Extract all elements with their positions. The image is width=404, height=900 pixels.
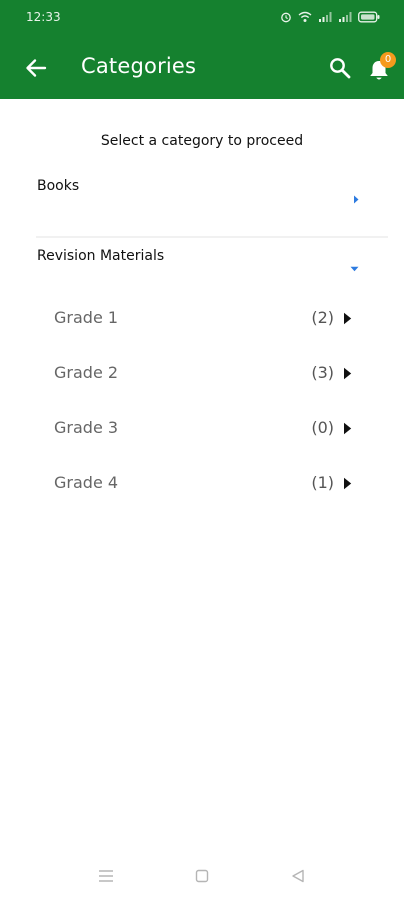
subcategory-label: Grade 3	[54, 418, 119, 437]
play-arrow-icon	[344, 312, 352, 325]
subcategory-row[interactable]: Grade 1 (2)	[0, 300, 404, 340]
nav-back-button[interactable]	[286, 866, 310, 886]
wifi-icon	[298, 11, 312, 23]
subcategory-label: Grade 1	[54, 308, 119, 327]
status-time: 12:33	[26, 10, 61, 24]
play-arrow-icon	[344, 367, 352, 380]
category-revision-materials[interactable]: Revision Materials	[0, 248, 404, 294]
play-arrow-icon	[344, 422, 352, 435]
search-button[interactable]	[325, 53, 355, 83]
triangle-back-icon	[292, 869, 304, 883]
signal-1-icon	[318, 11, 332, 23]
page-title: Categories	[81, 54, 197, 78]
menu-icon	[99, 870, 113, 882]
search-icon	[330, 58, 351, 79]
alarm-icon	[280, 11, 292, 23]
status-icons	[280, 9, 380, 25]
category-books[interactable]: Books	[0, 178, 404, 224]
toolbar: Categories 0	[0, 36, 404, 99]
subcategory-count: (3)	[311, 363, 334, 382]
notifications-button[interactable]: 0	[364, 52, 396, 84]
battery-icon	[358, 11, 380, 23]
notification-badge: 0	[380, 52, 396, 68]
play-arrow-icon	[344, 477, 352, 490]
subcategory-count: (2)	[311, 308, 334, 327]
nav-menu-button[interactable]	[94, 866, 118, 886]
subcategory-count: (0)	[311, 418, 334, 437]
category-label: Books	[37, 178, 80, 194]
app-header: 12:33 Categories 0	[0, 0, 404, 99]
category-label: Revision Materials	[37, 248, 165, 264]
square-icon	[195, 869, 209, 883]
caret-right-icon	[354, 195, 359, 204]
arrow-left-icon	[26, 59, 47, 77]
subcategory-row[interactable]: Grade 2 (3)	[0, 355, 404, 395]
signal-2-icon	[338, 11, 352, 23]
subcategory-label: Grade 4	[54, 473, 119, 492]
nav-home-button[interactable]	[190, 866, 214, 886]
subcategory-row[interactable]: Grade 3 (0)	[0, 410, 404, 450]
subcategory-count: (1)	[311, 473, 334, 492]
caret-down-icon	[350, 266, 359, 272]
system-nav-bar	[0, 850, 404, 900]
subcategory-label: Grade 2	[54, 363, 119, 382]
status-bar: 12:33	[0, 0, 404, 36]
instruction-text: Select a category to proceed	[100, 133, 304, 149]
subcategory-row[interactable]: Grade 4 (1)	[0, 465, 404, 505]
back-button[interactable]	[20, 53, 52, 83]
divider	[36, 236, 388, 238]
